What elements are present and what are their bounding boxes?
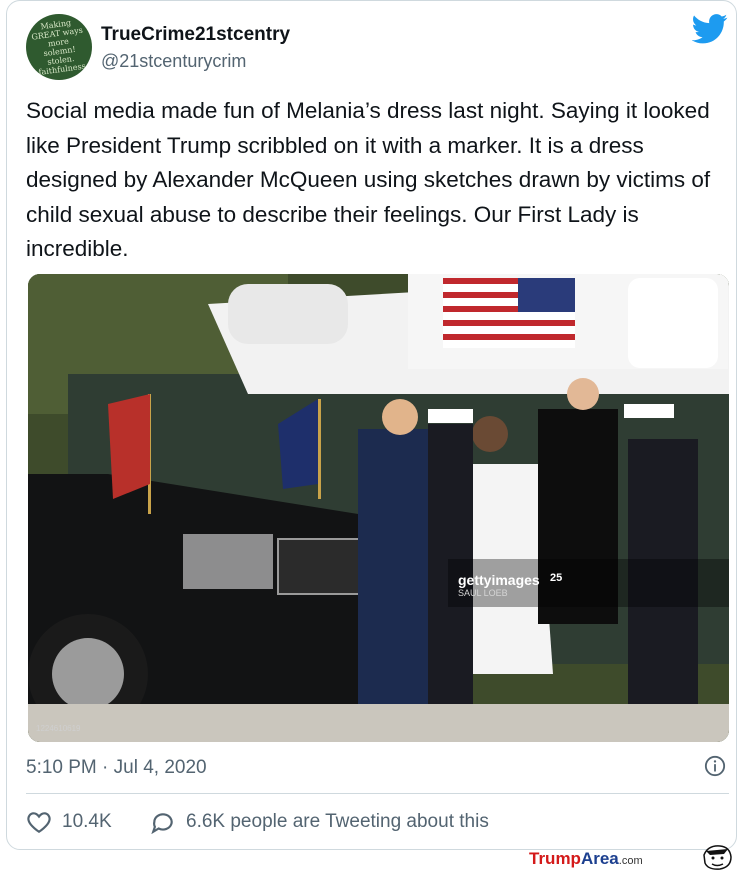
avatar-text: Making GREAT ways more solemn! stolen. f… [30,18,87,78]
divider [26,793,729,794]
image-id: 1224610619 [36,724,81,733]
helicopter-flag-icon [443,278,575,348]
like-count: 10.4K [62,811,112,832]
photo-illustration [28,274,729,742]
tweet-timestamp[interactable]: 5:10 PM · Jul 4, 2020 [26,757,207,779]
getty-watermark: gettyimages 25 SAUL LOEB [458,572,562,598]
like-button[interactable]: 10.4K [26,810,112,834]
user-handle[interactable]: @21stcenturycrim [101,51,246,72]
getty-brand: gettyimages [458,572,540,588]
tweeting-about-link[interactable]: 6.6K people are Tweeting about this [150,810,489,834]
tweeting-about-text: 6.6K people are Tweeting about this [186,811,489,832]
site-brand[interactable]: TrumpArea.com [529,849,643,869]
heart-icon [27,812,51,834]
info-icon[interactable] [704,755,726,777]
tweet-photo[interactable] [28,274,729,742]
getty-25: 25 [550,572,563,584]
cartoon-face-icon [703,845,732,870]
tweet-text: Social media made fun of Melania’s dress… [26,98,711,261]
avatar[interactable]: Making GREAT ways more solemn! stolen. f… [26,14,92,80]
display-name[interactable]: TrueCrime21stcentry [101,24,290,46]
twitter-bird-icon[interactable] [692,14,728,44]
reply-bubble-icon [151,813,173,834]
photo-credit: SAUL LOEB [458,588,508,598]
